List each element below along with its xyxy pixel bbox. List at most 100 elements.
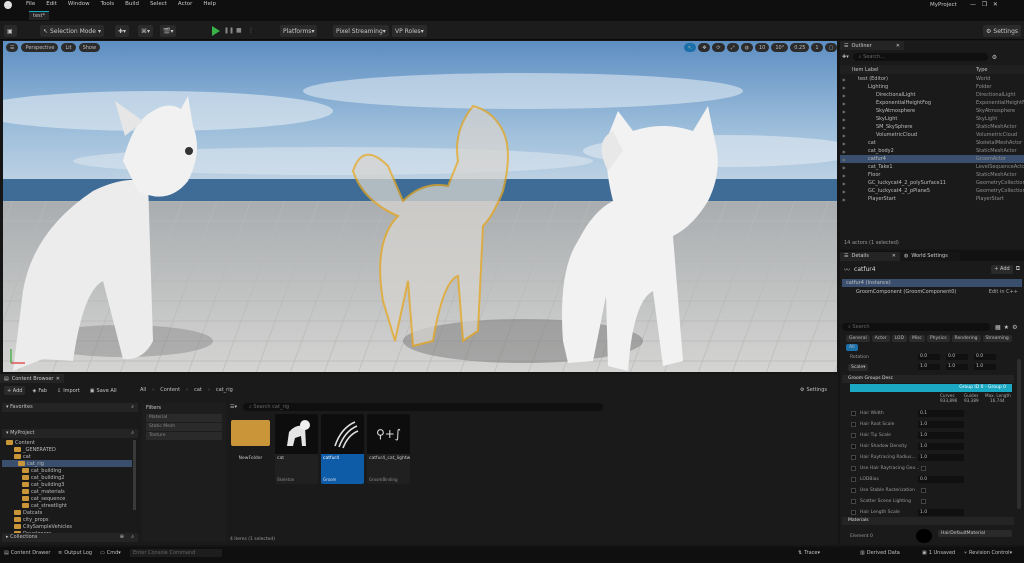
- perspective-button[interactable]: Perspective: [21, 43, 59, 52]
- outliner-row[interactable]: ◉ cat SkeletalMeshActor: [840, 139, 1024, 147]
- rotate-tool-icon[interactable]: ⟳: [712, 43, 725, 52]
- filter-icon[interactable]: ☰▾: [230, 404, 237, 410]
- property-value-field[interactable]: 1.0: [918, 443, 964, 450]
- show-button[interactable]: Show: [78, 43, 101, 52]
- outliner-search-input[interactable]: ⌕ Search...: [852, 53, 988, 61]
- category-tab-general[interactable]: General: [846, 335, 870, 342]
- property-value-field[interactable]: 1.0: [918, 454, 964, 461]
- outliner-row[interactable]: ◉ SM_SkySphere StaticMeshActor: [840, 123, 1024, 131]
- visibility-eye-icon[interactable]: ◉: [842, 181, 846, 186]
- play-icon[interactable]: [212, 26, 220, 36]
- breadcrumb-item[interactable]: cat: [194, 387, 202, 393]
- property-value-field[interactable]: 1.0: [918, 432, 964, 439]
- add-collection-icon[interactable]: ⊕: [120, 533, 124, 542]
- save-icon[interactable]: ▣: [4, 25, 17, 37]
- outliner-row[interactable]: ◉ VolumetricCloud VolumetricCloud: [840, 131, 1024, 139]
- console-input[interactable]: Enter Console Command: [130, 549, 222, 557]
- window-controls[interactable]: — ❐ ✕: [970, 1, 998, 8]
- vp-roles-button[interactable]: VP Roles ▾: [392, 25, 427, 37]
- col-item-label[interactable]: Item Label: [852, 67, 878, 73]
- save-all-button[interactable]: ▣ Save All: [87, 386, 120, 395]
- project-section[interactable]: ▾ MyProject ⌕: [2, 429, 138, 438]
- filter-item[interactable]: Texture: [146, 432, 222, 440]
- visibility-eye-icon[interactable]: ◉: [842, 125, 846, 130]
- property-value-checkbox[interactable]: [921, 488, 926, 493]
- visibility-eye-icon[interactable]: ◉: [842, 141, 846, 146]
- menu-item-help[interactable]: Help: [203, 1, 216, 7]
- property-override-checkbox[interactable]: [851, 455, 856, 460]
- asset-tile-cat[interactable]: cat Skeleton: [275, 414, 318, 484]
- outliner-row[interactable]: ◉ ExponentialHeightFog ExponentialHeightFo: [840, 99, 1024, 107]
- category-tab-lod[interactable]: LOD: [891, 335, 907, 342]
- favorite-star-icon[interactable]: ★: [1004, 324, 1009, 331]
- property-override-checkbox[interactable]: [851, 444, 856, 449]
- outliner-row[interactable]: ◉ SkyLight SkyLight: [840, 115, 1024, 123]
- content-drawer-button[interactable]: ▤ Content Drawer: [4, 550, 50, 556]
- outliner-row[interactable]: ◉ cat_body2 StaticMeshActor: [840, 147, 1024, 155]
- scale-tool-icon[interactable]: ⤢: [726, 43, 739, 52]
- property-value-checkbox[interactable]: [921, 499, 926, 504]
- visibility-eye-icon[interactable]: ◉: [842, 93, 846, 98]
- visibility-eye-icon[interactable]: ◉: [842, 85, 846, 90]
- instance-row[interactable]: catfur4 (Instance): [842, 279, 1022, 287]
- menu-item-window[interactable]: Window: [68, 1, 90, 7]
- visibility-eye-icon[interactable]: ◉: [842, 101, 846, 106]
- outliner-settings-icon[interactable]: ⚙: [992, 54, 997, 61]
- folder-tree-item[interactable]: cat_sequence: [2, 495, 132, 502]
- breadcrumb-item[interactable]: Content: [160, 387, 180, 393]
- add-component-button[interactable]: + Add: [991, 264, 1013, 274]
- folder-tree-item[interactable]: cat_building2: [2, 474, 132, 481]
- groom-groups-section[interactable]: Groom Groups Desc: [842, 375, 1014, 383]
- platforms-button[interactable]: Platforms ▾: [280, 25, 318, 37]
- materials-section[interactable]: Materials: [842, 517, 1014, 525]
- visibility-eye-icon[interactable]: ◉: [842, 133, 846, 138]
- property-override-checkbox[interactable]: [851, 510, 856, 515]
- scale-y-field[interactable]: 1.0: [946, 364, 968, 370]
- lit-button[interactable]: Lit: [61, 43, 76, 52]
- rotation-z-field[interactable]: 0.0: [974, 354, 996, 360]
- outliner-row[interactable]: ◉ GC_luckycat4_2_polySurface11 GeometryCol…: [840, 179, 1024, 187]
- visibility-eye-icon[interactable]: ◉: [842, 197, 846, 202]
- collections-section[interactable]: ▸ Collections ⊕ ⌕: [2, 533, 138, 542]
- snap-grid-icon[interactable]: 10: [755, 43, 770, 52]
- folder-tree-item[interactable]: cat: [2, 453, 132, 460]
- folder-tree-item[interactable]: cat_rig: [2, 460, 132, 467]
- folder-tree-item[interactable]: cat_building: [2, 467, 132, 474]
- menu-item-actor[interactable]: Actor: [178, 1, 192, 7]
- select-tool-icon[interactable]: ↖: [684, 43, 697, 52]
- outliner-row[interactable]: ◉ GC_luckycat4_2_pPlane5 GeometryCollectio…: [840, 187, 1024, 195]
- pixel-streaming-button[interactable]: Pixel Streaming ▾: [333, 25, 389, 37]
- breadcrumb-item[interactable]: cat_rig: [216, 387, 233, 393]
- level-viewport[interactable]: ☰ Perspective Lit Show ↖ ✥ ⟳ ⤢ ◍ 10 10° …: [3, 41, 837, 372]
- asset-tile-newfolder[interactable]: NewFolder: [229, 414, 272, 484]
- asset-search-input[interactable]: ⌕ Search cat_rig: [243, 403, 603, 411]
- menu-item-file[interactable]: File: [26, 1, 35, 7]
- pause-icon[interactable]: ❚❚: [224, 27, 234, 34]
- search-icon[interactable]: ⌕: [131, 403, 134, 412]
- revision-control-button[interactable]: ⑂ Revision Control ▾: [964, 550, 1012, 556]
- property-override-checkbox[interactable]: [851, 488, 856, 493]
- outliner-row[interactable]: ◉ SkyAtmosphere SkyAtmosphere: [840, 107, 1024, 115]
- close-icon[interactable]: ✕: [896, 43, 900, 49]
- unsaved-button[interactable]: ▣ 1 Unsaved: [922, 550, 955, 556]
- filter-item[interactable]: Material: [146, 414, 222, 422]
- details-settings-icon[interactable]: ⚙: [1012, 324, 1017, 331]
- close-icon[interactable]: ✕: [56, 376, 60, 382]
- outliner-row[interactable]: ◉ test (Editor) World: [840, 75, 1024, 83]
- actor-name[interactable]: catfur4: [854, 266, 876, 273]
- viewport-menu-button[interactable]: ☰: [6, 43, 19, 52]
- category-tab-all[interactable]: All: [846, 344, 858, 351]
- cb-settings-button[interactable]: ⚙ Settings: [800, 387, 827, 393]
- outliner-row[interactable]: ◉ DirectionalLight DirectionalLight: [840, 91, 1024, 99]
- outliner-tab[interactable]: ☰ Outliner ✕: [840, 41, 904, 50]
- scale-dropdown[interactable]: Scale ▾: [848, 363, 869, 371]
- blueprint-icon[interactable]: ⧉: [1016, 265, 1020, 273]
- category-tab-physics[interactable]: Physics: [926, 335, 950, 342]
- rotation-y-field[interactable]: 0.0: [946, 354, 968, 360]
- property-value-field[interactable]: 1.0: [918, 509, 964, 516]
- asset-tile-binding[interactable]: ⚲+∫ catfur4_cat_lightweight_finalbinding…: [367, 414, 410, 484]
- property-override-checkbox[interactable]: [851, 411, 856, 416]
- visibility-eye-icon[interactable]: ◉: [842, 157, 846, 162]
- filter-icon[interactable]: ✚▾: [842, 54, 849, 60]
- details-scrollbar[interactable]: [1017, 359, 1021, 509]
